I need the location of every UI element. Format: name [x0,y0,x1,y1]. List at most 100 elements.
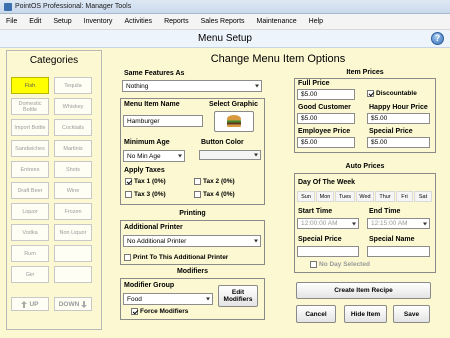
special-price-input[interactable]: $5.00 [367,137,430,148]
same-features-label: Same Features As [124,70,185,77]
item-prices-title: Item Prices [346,69,384,76]
menu-bar: File Edit Setup Inventory Activities Rep… [0,14,450,30]
additional-printer-dropdown[interactable]: No Additional Printer [123,235,261,247]
tax-4-checkbox[interactable]: Tax 4 (0%) [194,191,235,198]
edit-modifiers-button[interactable]: Edit Modifiers [218,285,258,307]
category-rum[interactable]: Rum [11,245,49,262]
no-day-selected-checkbox[interactable]: No Day Selected [310,261,370,268]
window-titlebar: PointOS Professional: Manager Tools [0,0,450,14]
day-fri[interactable]: Fri [396,191,413,202]
up-button[interactable]: UP [11,297,49,311]
print-to-printer-checkbox[interactable]: Print To This Additional Printer [124,254,228,261]
tax-3-checkbox[interactable]: Tax 3 (0%) [125,191,166,198]
modifier-group-label: Modifier Group [124,282,175,289]
category-tequila[interactable]: Tequila [54,77,92,94]
menu-maintenance[interactable]: Maintenance [251,18,303,25]
menu-activities[interactable]: Activities [118,18,158,25]
category-vodka[interactable]: Vodka [11,224,49,241]
chevron-down-icon [254,239,258,243]
modifier-group-dropdown[interactable]: Food [123,293,213,305]
day-tues[interactable]: Tues [335,191,355,202]
menu-sales-reports[interactable]: Sales Reports [195,18,251,25]
chevron-down-icon [206,297,210,301]
category-shots[interactable]: Shots [54,161,92,178]
select-graphic-button[interactable] [214,111,254,132]
category-sandwiches[interactable]: Sandwiches [11,140,49,157]
end-time-dropdown[interactable]: 12:15:00 AM [367,218,430,229]
checkbox-icon [124,254,131,261]
menu-inventory[interactable]: Inventory [78,18,119,25]
good-customer-label: Good Customer [298,104,351,111]
force-modifiers-checkbox[interactable]: Force Modifiers [131,308,188,315]
save-button[interactable]: Save [393,305,430,323]
category-import-bottle[interactable]: Import Bottle [11,119,49,136]
special-name-input[interactable] [367,246,430,257]
checkbox-icon [125,191,132,198]
tax-2-label: Tax 2 (0%) [203,178,235,185]
full-price-input[interactable]: $5.00 [297,89,355,100]
create-recipe-button[interactable]: Create Item Recipe [296,282,431,299]
day-wed[interactable]: Wed [356,191,374,202]
menu-edit[interactable]: Edit [23,18,47,25]
checkbox-checked-icon [131,308,138,315]
special-name-label: Special Name [369,236,415,243]
auto-prices-title: Auto Prices [345,163,385,170]
category-fish[interactable]: Fish [11,77,49,94]
category-frozen[interactable]: Frozen [54,203,92,220]
category-empty-1[interactable] [54,245,92,262]
category-grid: Fish Tequila Domestic Bottle Whiskey Imp… [11,77,92,283]
category-draft-beer[interactable]: Draft Beer [11,182,49,199]
category-entrees[interactable]: Entrees [11,161,49,178]
day-mon[interactable]: Mon [316,191,334,202]
menu-file[interactable]: File [0,18,23,25]
category-whiskey[interactable]: Whiskey [54,98,92,115]
menu-help[interactable]: Help [303,18,329,25]
chevron-down-icon [254,153,258,157]
category-gin[interactable]: Gin [11,266,49,283]
special-price-auto-label: Special Price [298,236,342,243]
category-cocktails[interactable]: Cocktails [54,119,92,136]
cancel-button[interactable]: Cancel [296,305,336,323]
discountable-checkbox[interactable]: Discountable [367,90,417,97]
categories-title: Categories [29,55,79,66]
day-thur[interactable]: Thur [375,191,395,202]
hide-item-button[interactable]: Hide Item [344,305,387,323]
tax-4-label: Tax 4 (0%) [203,191,235,198]
special-price-auto-input[interactable] [297,246,359,257]
employee-price-input[interactable]: $5.00 [297,137,355,148]
category-liquor[interactable]: Liquor [11,203,49,220]
happy-hour-input[interactable]: $5.00 [367,113,430,124]
categories-panel: Categories Fish Tequila Domestic Bottle … [6,50,102,330]
up-label: UP [29,300,39,308]
start-time-dropdown[interactable]: 12:00:00 AM [297,218,359,229]
category-martinis[interactable]: Martinis [54,140,92,157]
day-sat[interactable]: Sat [414,191,432,202]
min-age-value: No Min Age [127,152,161,160]
same-features-dropdown[interactable]: Nothing [122,80,262,92]
end-time-label: End Time [369,208,401,215]
category-wine[interactable]: Wine [54,182,92,199]
tax-1-checkbox[interactable]: Tax 1 (0%) [125,178,166,185]
down-button[interactable]: DOWN [54,297,92,311]
chevron-down-icon [178,154,182,158]
tax-2-checkbox[interactable]: Tax 2 (0%) [194,178,235,185]
item-name-input[interactable]: Hamburger [123,115,203,127]
category-domestic-bottle[interactable]: Domestic Bottle [11,98,49,115]
checkbox-icon [194,191,201,198]
window-title: PointOS Professional: Manager Tools [15,3,132,10]
button-color-dropdown[interactable] [199,150,261,160]
menu-reports[interactable]: Reports [158,18,195,25]
arrow-down-icon [81,300,88,308]
day-sun[interactable]: Sun [297,191,315,202]
min-age-dropdown[interactable]: No Min Age [123,150,185,162]
button-color-label: Button Color [201,139,244,146]
good-customer-input[interactable]: $5.00 [297,113,355,124]
page-title: Menu Setup [198,33,252,44]
additional-printer-value: No Additional Printer [127,237,187,245]
menu-setup[interactable]: Setup [47,18,77,25]
category-non-liquor[interactable]: Non Liquor [54,224,92,241]
hamburger-graphic-icon [227,115,241,127]
happy-hour-label: Happy Hour Price [369,104,428,111]
help-icon[interactable]: ? [431,32,444,45]
category-empty-2[interactable] [54,266,92,283]
